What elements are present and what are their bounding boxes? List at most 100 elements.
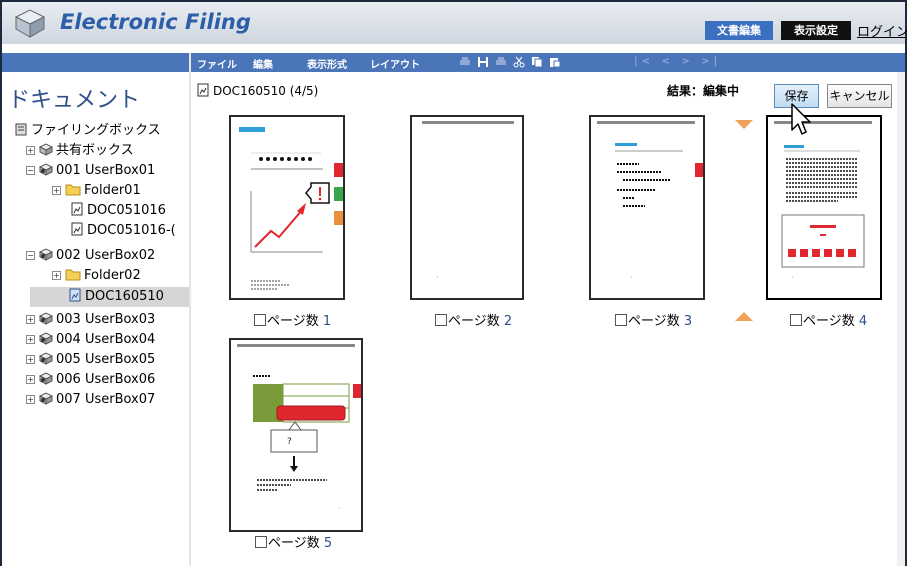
sidebar: ドキュメント ファイリングボックス + 共有ボックス − 001 UserBox01… xyxy=(2,72,189,566)
user-box-icon xyxy=(39,248,53,261)
view-settings-button[interactable]: 表示設定 xyxy=(781,21,851,40)
print-disabled-icon[interactable] xyxy=(495,56,507,68)
tree-label: Folder02 xyxy=(84,268,141,283)
sidebar-toolbar xyxy=(2,53,189,72)
tree-doc-051016[interactable]: DOC051016 xyxy=(70,201,166,221)
page-checkbox[interactable] xyxy=(615,314,627,326)
expand-icon[interactable]: + xyxy=(26,146,35,155)
app-title: Electronic Filing xyxy=(60,10,251,34)
page-1-content xyxy=(239,127,343,290)
scrollbar[interactable] xyxy=(897,72,905,566)
tree-userbox-01[interactable]: − 001 UserBox01 xyxy=(26,161,155,181)
document-edit-button[interactable]: 文書編集 xyxy=(705,21,773,40)
page-label-3[interactable]: ページ数 3 xyxy=(615,310,692,329)
tree-folder-01[interactable]: + Folder01 xyxy=(52,181,141,201)
tree-userbox-03[interactable]: +003 UserBox03 xyxy=(26,310,155,330)
copy-icon[interactable] xyxy=(531,56,543,68)
menu-file[interactable]: ファイル xyxy=(197,56,237,71)
move-down-arrow-icon[interactable] xyxy=(735,120,753,129)
collapse-icon[interactable]: − xyxy=(26,251,35,260)
tree-userbox-04[interactable]: +004 UserBox04 xyxy=(26,330,155,350)
page-thumbnail-1[interactable] xyxy=(229,115,345,300)
filing-box-icon xyxy=(15,123,27,136)
collapse-icon[interactable]: − xyxy=(26,166,35,175)
cancel-button[interactable]: キャンセル xyxy=(827,84,892,108)
page-3-content xyxy=(597,121,703,278)
main-toolbar: ファイル 編集 表示形式 レイアウト |< < > >| xyxy=(191,53,905,72)
print-icon[interactable] xyxy=(459,56,471,68)
expand-icon[interactable]: + xyxy=(26,335,35,344)
user-box-icon xyxy=(39,332,53,345)
menu-view-format[interactable]: 表示形式 xyxy=(307,56,347,71)
user-box-icon xyxy=(39,352,53,365)
document-title-text: DOC160510 (4/5) xyxy=(213,84,319,98)
tree-userbox-02[interactable]: − 002 UserBox02 xyxy=(26,246,155,266)
tree-label: 001 UserBox01 xyxy=(56,163,156,178)
user-box-icon xyxy=(39,312,53,325)
document-icon xyxy=(69,288,81,302)
tree-doc-160510-selected[interactable]: DOC160510 xyxy=(30,287,189,307)
sidebar-heading: ドキュメント xyxy=(8,88,141,113)
page-label-2[interactable]: ページ数 2 xyxy=(435,310,512,329)
tree-folder-02[interactable]: + Folder02 xyxy=(52,266,141,286)
tree-label: DOC160510 xyxy=(85,289,164,304)
page-2-content xyxy=(422,121,514,278)
expand-icon[interactable]: + xyxy=(26,395,35,404)
tree-label: 003 UserBox03 xyxy=(56,312,156,327)
tree-label: 007 UserBox07 xyxy=(56,392,156,407)
tree-userbox-06[interactable]: +006 UserBox06 xyxy=(26,370,155,390)
tree-label: 004 UserBox04 xyxy=(56,332,156,347)
tree-label: 002 UserBox02 xyxy=(56,248,156,263)
tree-userbox-05[interactable]: +005 UserBox05 xyxy=(26,350,155,370)
document-icon xyxy=(197,83,209,97)
expand-icon[interactable]: + xyxy=(26,315,35,324)
folder-icon xyxy=(65,269,81,281)
document-icon xyxy=(71,222,83,236)
user-box-icon xyxy=(39,372,53,385)
page-checkbox[interactable] xyxy=(435,314,447,326)
tree-label: ファイリングボックス xyxy=(31,123,161,138)
page-thumbnail-3[interactable] xyxy=(589,115,705,300)
app-header: Electronic Filing 文書編集 表示設定 ログイン xyxy=(0,0,907,44)
login-link[interactable]: ログイン xyxy=(857,21,907,40)
page-checkbox[interactable] xyxy=(254,314,266,326)
page-thumbnail-5[interactable]: ? xyxy=(229,338,363,532)
page-navigation[interactable]: |< < > >| xyxy=(634,56,721,67)
tree-userbox-07[interactable]: +007 UserBox07 xyxy=(26,390,155,410)
cut-icon[interactable] xyxy=(513,56,525,68)
tree-doc-051016-copy[interactable]: DOC051016-( xyxy=(70,221,176,241)
folder-icon xyxy=(65,184,81,196)
tree-label: 共有ボックス xyxy=(56,143,134,158)
page-checkbox[interactable] xyxy=(255,536,267,548)
expand-icon[interactable]: + xyxy=(26,375,35,384)
tree-label: 005 UserBox05 xyxy=(56,352,156,367)
logo-icon xyxy=(14,9,46,38)
paste-icon[interactable] xyxy=(549,56,561,68)
expand-icon[interactable]: + xyxy=(26,355,35,364)
page-4-content xyxy=(774,121,872,278)
save-icon[interactable] xyxy=(477,56,489,68)
menu-layout[interactable]: レイアウト xyxy=(370,56,420,71)
document-icon xyxy=(71,202,83,216)
user-box-icon xyxy=(39,163,53,176)
tree-label: Folder01 xyxy=(84,183,141,198)
mouse-cursor-icon xyxy=(791,103,811,135)
main-panel: DOC160510 (4/5) 結果：編集中 保存 キャンセル ページ数 1 ペ… xyxy=(191,72,905,566)
menu-edit[interactable]: 編集 xyxy=(253,56,273,71)
page-label-4[interactable]: ページ数 4 xyxy=(790,310,867,329)
expand-icon[interactable]: + xyxy=(52,186,61,195)
page-label-5[interactable]: ページ数 5 xyxy=(255,532,332,551)
page-thumbnail-2[interactable] xyxy=(410,115,524,300)
move-up-arrow-icon[interactable] xyxy=(735,312,753,321)
page-label-1[interactable]: ページ数 1 xyxy=(254,310,331,329)
page-checkbox[interactable] xyxy=(790,314,802,326)
page-5-content xyxy=(237,344,361,509)
expand-icon[interactable]: + xyxy=(52,271,61,280)
page-thumbnail-4-selected[interactable] xyxy=(766,115,882,300)
user-box-icon xyxy=(39,392,53,405)
tree-label: DOC051016-( xyxy=(87,223,176,238)
tree-filing-box-root[interactable]: ファイリングボックス xyxy=(14,121,161,141)
tree-label: DOC051016 xyxy=(87,203,166,218)
edit-status: 結果：編集中 xyxy=(667,84,740,98)
tree-shared-box[interactable]: + 共有ボックス xyxy=(26,141,134,161)
